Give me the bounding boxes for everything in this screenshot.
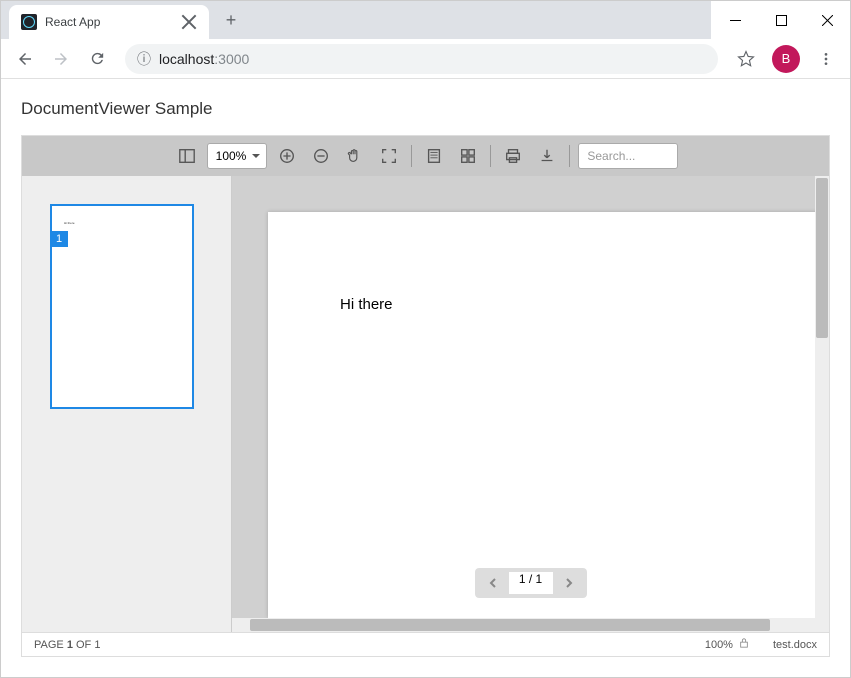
bookmark-button[interactable] [730,43,762,75]
tab-bar: React App + [1,1,711,39]
address-bar: ⓘ localhost:3000 B [1,39,850,79]
vertical-scroll-thumb[interactable] [816,178,828,338]
toolbar-separator [411,145,412,167]
document-text: Hi there [340,296,757,313]
page-title: DocumentViewer Sample [21,99,830,119]
back-button[interactable] [9,43,41,75]
profile-avatar[interactable]: B [772,45,800,73]
search-input[interactable]: Search... [578,143,678,169]
print-button[interactable] [499,142,527,170]
fullscreen-button[interactable] [375,142,403,170]
maximize-button[interactable] [758,4,804,36]
thumbnail-preview: Hi there [52,206,192,240]
react-favicon [21,14,37,30]
thumbnail-page-number: 1 [50,231,68,247]
document-area: Hi there 1 / 1 [232,176,829,632]
browser-window: React App + ⓘ localhost:3000 B [0,0,851,678]
document-viewer: 100% [21,135,830,657]
thumbnail-panel: 1 Hi there [22,176,232,632]
download-button[interactable] [533,142,561,170]
toolbar-separator [490,145,491,167]
single-page-button[interactable] [420,142,448,170]
tab-title: React App [45,15,173,29]
prev-page-button[interactable] [479,569,507,597]
document-page: Hi there [268,212,829,618]
toolbar-separator [569,145,570,167]
browser-tab[interactable]: React App [9,5,209,39]
site-info-icon[interactable]: ⓘ [137,49,151,69]
url-input[interactable]: ⓘ localhost:3000 [125,44,718,74]
toggle-sidebar-button[interactable] [173,142,201,170]
close-window-button[interactable] [804,4,850,36]
document-scroll-area[interactable]: Hi there 1 / 1 [232,176,829,618]
grid-view-button[interactable] [454,142,482,170]
viewer-toolbar: 100% [22,136,829,176]
status-bar: PAGE 1 OF 1 100% test.docx [22,632,829,656]
lock-icon [739,638,749,651]
pan-tool-button[interactable] [341,142,369,170]
viewer-body: 1 Hi there Hi there 1 / 1 [22,176,829,632]
new-tab-button[interactable]: + [217,6,245,34]
page-navigator: 1 / 1 [475,568,587,598]
page-thumbnail[interactable]: 1 Hi there [50,204,194,409]
zoom-in-button[interactable] [273,142,301,170]
zoom-out-button[interactable] [307,142,335,170]
next-page-button[interactable] [555,569,583,597]
forward-button[interactable] [45,43,77,75]
tab-close-button[interactable] [181,14,197,30]
page-content: DocumentViewer Sample 100% [1,79,850,677]
minimize-button[interactable] [712,4,758,36]
horizontal-scroll-thumb[interactable] [250,619,770,631]
page-status: PAGE 1 OF 1 [34,639,705,651]
filename-label: test.docx [773,639,817,651]
vertical-scrollbar[interactable] [815,176,829,618]
status-zoom: 100% [705,639,733,651]
url-text: localhost:3000 [159,51,249,67]
horizontal-scrollbar[interactable] [232,618,829,632]
browser-menu-button[interactable] [810,43,842,75]
page-number-input[interactable]: 1 / 1 [509,572,553,594]
reload-button[interactable] [81,43,113,75]
zoom-select[interactable]: 100% [207,143,268,169]
